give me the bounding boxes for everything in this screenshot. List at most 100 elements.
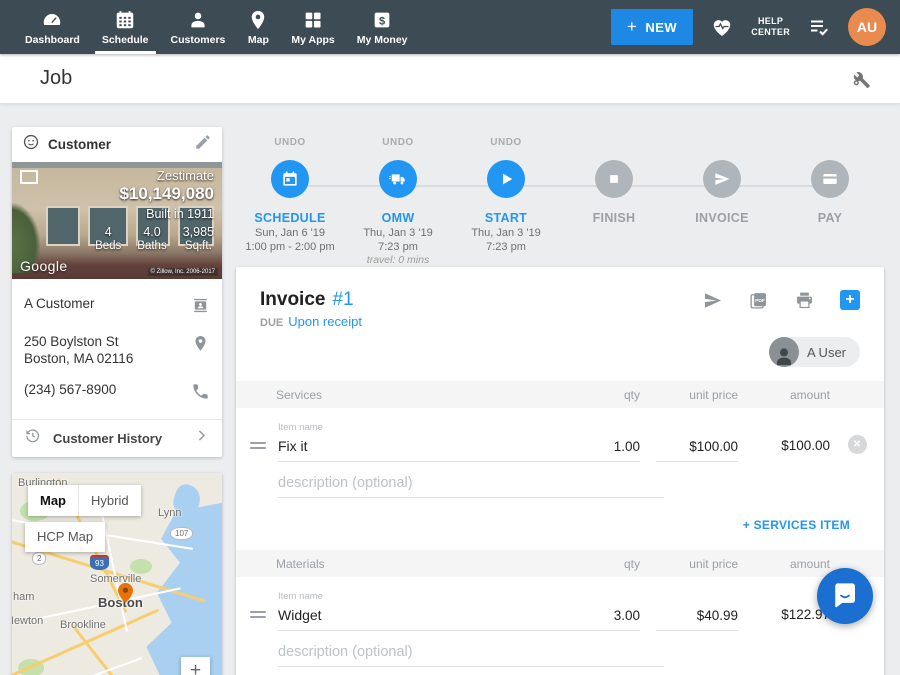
item-name-label: Item name [278, 591, 580, 602]
baths-label: Baths [137, 240, 166, 252]
face-icon [22, 133, 40, 156]
send-icon[interactable] [703, 160, 741, 198]
map-widget[interactable]: Burlington Lynn 107 2 93 Somerville ham … [12, 473, 222, 675]
calendar-icon[interactable] [271, 160, 309, 198]
map-type-hybrid-button[interactable]: Hybrid [78, 485, 141, 516]
step-label[interactable]: OMW [344, 211, 452, 225]
interstate-shield: 93 [90, 557, 109, 570]
credit-card-icon[interactable] [811, 160, 849, 198]
chat-icon [830, 579, 860, 614]
plus-icon: + [627, 17, 637, 37]
undo-start-link[interactable]: UNDO [452, 137, 560, 150]
nav-item-label: Map [248, 34, 269, 46]
add-invoice-button[interactable]: + [840, 290, 860, 310]
nav-item-dashboard[interactable]: Dashboard [14, 0, 91, 54]
send-invoice-icon[interactable] [702, 290, 723, 311]
delete-item-icon[interactable]: ✕ [848, 435, 867, 454]
map-type-map-button[interactable]: Map [28, 485, 78, 516]
zoom-in-button[interactable]: + [181, 657, 210, 675]
pdf-icon[interactable]: PDF [748, 290, 769, 311]
nav-item-label: Customers [171, 34, 226, 46]
description-input[interactable] [278, 472, 664, 498]
invoice-title: Invoice [260, 289, 325, 311]
beds-label: Beds [95, 240, 121, 252]
unit-price-column-header: unit price [656, 388, 738, 402]
user-avatar[interactable]: AU [848, 8, 886, 46]
map-icon [247, 9, 269, 31]
due-label: DUE [260, 317, 283, 329]
nav-item-label: My Apps [291, 34, 334, 46]
customer-phone-row: (234) 567-8900 [24, 375, 210, 413]
step-label[interactable]: PAY [776, 211, 884, 225]
photo-window [46, 206, 80, 246]
customer-card-title: Customer [48, 137, 111, 152]
undo-omw-link[interactable]: UNDO [344, 137, 452, 150]
customer-history-row[interactable]: Customer History [12, 419, 222, 457]
zestimate-overlay: Zestimate $10,149,080 Built in 1911 4Bed… [95, 168, 214, 252]
assignee-chip[interactable]: A User [769, 337, 860, 367]
item-name-input[interactable] [278, 436, 580, 462]
customer-phone: (234) 567-8900 [24, 382, 116, 399]
step-label[interactable]: SCHEDULE [236, 211, 344, 225]
zestimate-value: $10,149,080 [95, 184, 214, 204]
help-center-line2: CENTER [751, 27, 790, 38]
customer-history-label: Customer History [53, 431, 162, 446]
nav-item-customers[interactable]: Customers [160, 0, 237, 54]
qty-column-header: qty [580, 388, 640, 402]
drag-handle-icon[interactable] [250, 608, 266, 621]
qty-input[interactable] [580, 606, 640, 631]
step-omw: UNDO OMW Thu, Jan 3 '19 7:23 pm travel: … [344, 137, 452, 266]
nav-item-my-money[interactable]: $ My Money [346, 0, 419, 54]
invoice-number-link[interactable]: #1 [332, 289, 353, 311]
add-services-item-link[interactable]: + SERVICES ITEM [743, 518, 850, 532]
edit-pencil-icon[interactable] [194, 133, 212, 156]
unit-price-input[interactable] [656, 606, 738, 631]
invoice-header: Invoice #1 PDF + DUE Upon receipt [236, 267, 884, 329]
nav-item-my-apps[interactable]: My Apps [280, 0, 345, 54]
section-name: Services [276, 388, 580, 402]
stop-icon[interactable] [595, 160, 633, 198]
step-label[interactable]: START [452, 211, 560, 225]
map-label: Newton [12, 615, 43, 627]
qty-input[interactable] [580, 437, 640, 462]
invoice-actions: PDF + [702, 290, 860, 311]
map-type-buttons: Map Hybrid [28, 485, 141, 516]
unit-price-column-header: unit price [656, 557, 738, 571]
drag-handle-icon[interactable] [250, 439, 266, 452]
sqft-value: 3,985 [183, 225, 214, 239]
undo-spacer [668, 137, 776, 150]
task-list-icon[interactable] [807, 15, 831, 39]
job-progress-steps: UNDO SCHEDULE Sun, Jan 6 '19 1:00 pm - 2… [236, 127, 884, 255]
nav-item-schedule[interactable]: Schedule [91, 0, 160, 54]
step-time: 7:23 pm [344, 241, 452, 253]
undo-schedule-link[interactable]: UNDO [236, 137, 344, 150]
print-icon[interactable] [794, 290, 815, 311]
step-label[interactable]: INVOICE [668, 211, 776, 225]
unit-price-input[interactable] [656, 437, 738, 462]
amount-column-header: amount [754, 557, 830, 571]
description-input[interactable] [278, 641, 664, 667]
material-item-row: Item name $122.97 [236, 577, 884, 631]
phone-icon[interactable] [191, 382, 210, 406]
due-value-link[interactable]: Upon receipt [288, 314, 362, 329]
chat-bubble-button[interactable] [817, 568, 873, 624]
truck-icon[interactable] [379, 160, 417, 198]
hcp-map-button[interactable]: HCP Map [25, 522, 105, 552]
item-name-input[interactable] [278, 605, 580, 631]
new-button[interactable]: + NEW [611, 9, 693, 45]
health-heart-icon[interactable] [710, 15, 734, 39]
location-pin-icon[interactable] [191, 334, 210, 358]
page-title: Job [40, 67, 72, 90]
map-label: ham [13, 591, 34, 603]
play-icon[interactable] [487, 160, 525, 198]
job-settings-icon[interactable] [848, 67, 872, 91]
services-section-header: Services qty unit price amount [236, 381, 884, 408]
step-label[interactable]: FINISH [560, 211, 668, 225]
step-date: Thu, Jan 3 '19 [344, 227, 452, 239]
contact-card-icon[interactable] [191, 296, 210, 320]
nav-item-map[interactable]: Map [236, 0, 280, 54]
zestimate-label: Zestimate [95, 168, 214, 183]
streetview-frame-icon[interactable] [20, 170, 38, 189]
help-center-link[interactable]: HELP CENTER [751, 16, 790, 39]
customer-details: A Customer 250 Boylston StBoston, MA 021… [12, 279, 222, 413]
